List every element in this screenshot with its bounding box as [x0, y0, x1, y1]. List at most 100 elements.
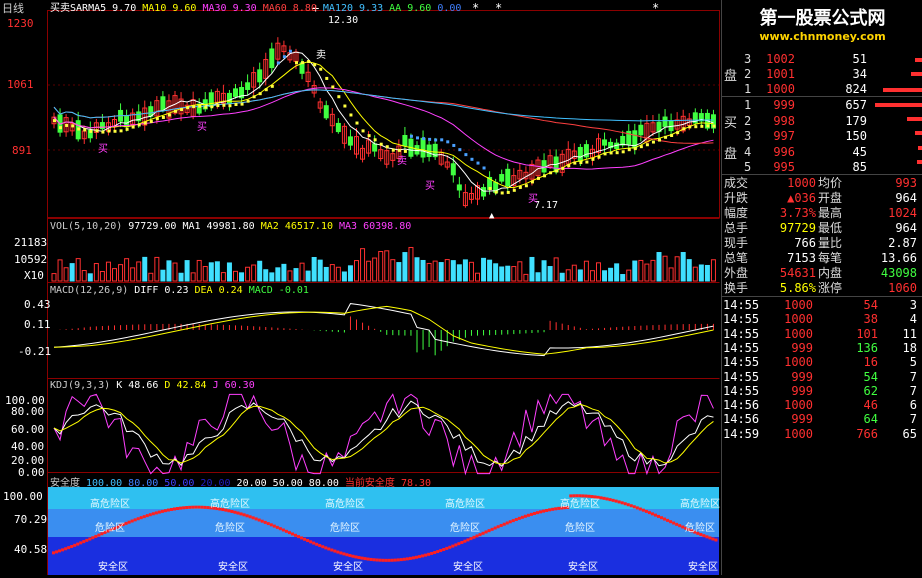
- stat-label: 开盘: [818, 191, 843, 205]
- macd-indicator-header: MACD(12,26,9) DIFF 0.23 DEA 0.24 MACD -0…: [50, 285, 309, 296]
- indicator-value: MA30 9.30: [196, 3, 257, 14]
- buy-signal-label: 买: [98, 144, 108, 155]
- zone-high-label: 高危险区: [325, 497, 365, 510]
- tick-volume: 62: [863, 383, 878, 398]
- indicator-value: 100.00: [80, 478, 123, 489]
- indicator-value: DIFF 0.23: [128, 285, 189, 296]
- tick-time: 14:55: [723, 383, 760, 398]
- zone-safe-label: 安全区: [333, 560, 363, 573]
- indicator-value: MACD -0.01: [242, 285, 309, 296]
- bid-volume: 150: [845, 129, 867, 143]
- tick-row: 14:55 999 136 18: [722, 341, 922, 356]
- period-label[interactable]: 日线: [2, 0, 24, 16]
- indicator-value: KDJ(9,3,3): [50, 380, 111, 391]
- tick-price: 999: [791, 412, 813, 427]
- quote-panel: 第一股票公式网 www.chnmoney.com 盘 买 盘 3 1002 51 2 1…: [721, 0, 922, 575]
- vol-axis-unit: X10: [24, 269, 44, 282]
- ask-level: 2: [744, 67, 752, 81]
- tick-price: 999: [791, 340, 813, 355]
- macd-axis-mid: 0.11: [24, 318, 51, 331]
- indicator-value: K 48.66: [110, 380, 159, 391]
- tick-volume: 38: [863, 312, 878, 327]
- tick-count: 5: [909, 355, 917, 370]
- price-axis-high: 1230: [7, 17, 34, 30]
- depth-bar: [915, 58, 922, 62]
- zone-high-label: 高危险区: [680, 497, 720, 510]
- stat-label: 涨停: [818, 281, 843, 295]
- zone-safe-label: 安全区: [568, 560, 598, 573]
- stat-label: 内盘: [818, 266, 843, 280]
- indicator-value: 0.00: [431, 3, 462, 14]
- depth-bar: [907, 117, 922, 121]
- ask-volume: 824: [845, 82, 867, 96]
- tick-volume: 16: [863, 355, 878, 370]
- tick-row: 14:55 999 54 7: [722, 370, 922, 385]
- tick-count: 7: [909, 412, 917, 427]
- zone-mid-label: 危险区: [215, 521, 245, 534]
- tick-row: 14:59 1000 766 65: [722, 427, 922, 442]
- zone-mid-label: 危险区: [685, 521, 715, 534]
- stat-row: 现手 766 量比 2.87: [722, 236, 922, 251]
- tick-volume: 136: [856, 340, 878, 355]
- bid-price: 996: [773, 144, 795, 159]
- tick-price: 1000: [784, 312, 813, 327]
- tick-price: 1000: [784, 426, 813, 441]
- tick-row: 14:55 1000 101 11: [722, 327, 922, 342]
- depth-bar: [911, 72, 922, 76]
- indicator-value: MA10 9.60: [136, 3, 197, 14]
- indicator-value: MA60 8.80: [256, 3, 317, 14]
- bid-row: 2 998 179: [722, 114, 922, 129]
- vol-indicator-header: VOL(5,10,20) 97729.00 MA1 49981.80 MA2 4…: [50, 221, 411, 232]
- ask-price: 1000: [766, 82, 795, 96]
- stat-value: ▲036: [787, 191, 816, 205]
- bid-volume: 179: [845, 113, 867, 128]
- bid-price: 995: [773, 160, 795, 174]
- zone-high-label: 高危险区: [210, 497, 250, 510]
- tick-price: 999: [791, 383, 813, 398]
- bid-level: 5: [744, 160, 752, 174]
- tick-row: 14:56 1000 46 6: [722, 398, 922, 413]
- tick-row: 14:55 999 62 7: [722, 384, 922, 399]
- ask-level: 1: [744, 82, 752, 96]
- tick-time: 14:55: [723, 326, 760, 341]
- stat-value: 43098: [880, 266, 917, 280]
- zone-mid-label: 危险区: [330, 521, 360, 534]
- indicator-value: 50.00: [266, 478, 303, 489]
- sell-signal-label: 卖: [316, 50, 326, 61]
- stat-label: 现手: [724, 236, 749, 250]
- kdj-indicator-header: KDJ(9,3,3) K 48.66 D 42.84 J 60.30: [50, 380, 255, 391]
- bid-row: 4 996 45: [722, 145, 922, 160]
- bid-price: 997: [773, 129, 795, 143]
- stat-value: 766: [794, 236, 816, 250]
- vol-axis-mid: 10592: [14, 253, 48, 266]
- bid-row: 3 997 150: [722, 129, 922, 144]
- kdj-axis-0: 0.00: [18, 466, 45, 479]
- zone-safe-label: 安全区: [98, 560, 128, 573]
- stat-row: 幅度 3.73% 最高 1024: [722, 206, 922, 221]
- chart-area[interactable]: 高危险区 危险区 安全区 高危险区 危险区 安全区 高危险区 危险区 安全区 高危险区 危险区 安全区…: [0, 0, 720, 575]
- zone-safe-label: 安全区: [218, 560, 248, 573]
- stat-value: 1024: [888, 206, 917, 220]
- tick-row: 14:56 999 64 7: [722, 412, 922, 427]
- stat-label: 每笔: [818, 251, 843, 265]
- stat-label: 最高: [818, 206, 843, 220]
- stat-value: 993: [895, 176, 917, 190]
- tick-price: 1000: [784, 355, 813, 370]
- stat-label: 成交: [724, 176, 749, 190]
- ask-level: 3: [744, 52, 752, 66]
- zone-safe-label: 安全区: [453, 560, 483, 573]
- ask-volume: 34: [852, 67, 867, 81]
- stat-value: 2.87: [888, 236, 917, 250]
- stat-row: 成交 1000 均价 993: [722, 176, 922, 191]
- main-indicator-name: 买卖SAR: [50, 3, 89, 14]
- banner-url: www.chnmoney.com: [759, 30, 886, 43]
- indicator-value: DEA 0.24: [188, 285, 243, 296]
- stat-value: 97729: [779, 221, 816, 235]
- kdj-axis-60: 60.00: [11, 423, 45, 436]
- stat-value: 54631: [779, 266, 816, 280]
- indicator-value: 80.00: [302, 478, 339, 489]
- indicator-value: AA 9.60: [383, 3, 432, 14]
- zone-high-label: 高危险区: [560, 497, 600, 510]
- tick-volume: 101: [856, 326, 878, 341]
- stat-value: 13.66: [880, 251, 917, 265]
